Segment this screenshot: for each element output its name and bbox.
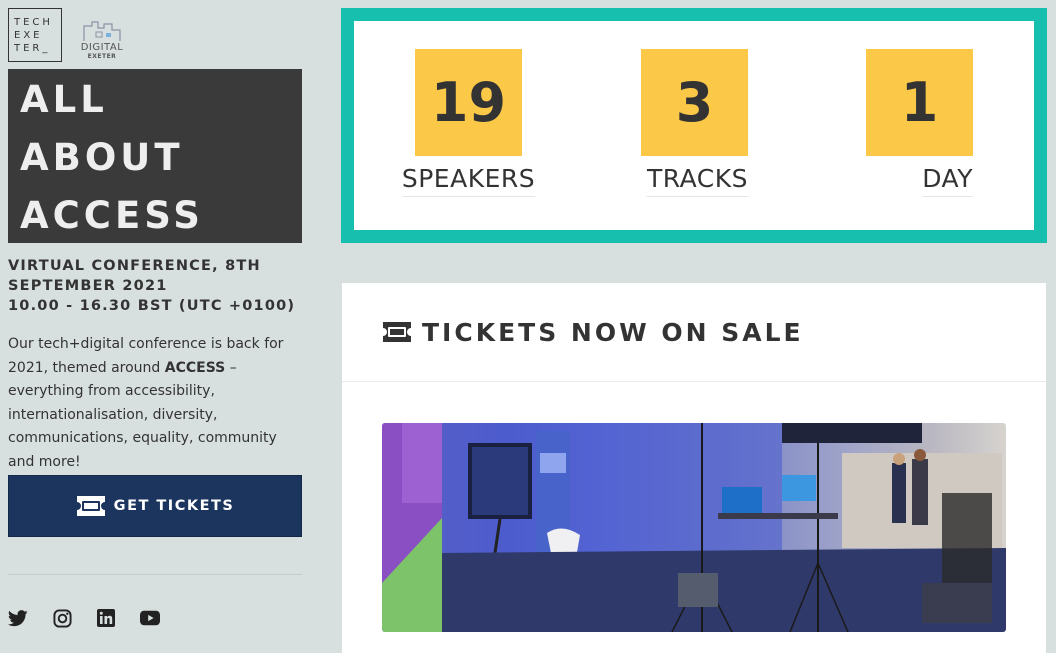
tickets-header: TICKETS NOW ON SALE (342, 283, 1046, 382)
digital-exeter-skyline-icon (83, 21, 121, 41)
get-tickets-label: GET TICKETS (113, 498, 235, 514)
instagram-icon[interactable] (52, 608, 72, 628)
conference-venue-photo (382, 423, 1006, 632)
twitter-icon[interactable] (8, 608, 28, 628)
stat-tracks: 3 TRACKS (641, 49, 748, 197)
stat-label: DAY (922, 164, 973, 197)
stat-day: 1 DAY (866, 49, 973, 197)
stat-speakers: 19 SPEAKERS (401, 49, 536, 197)
tickets-title: TICKETS NOW ON SALE (422, 317, 804, 347)
tickets-section: TICKETS NOW ON SALE (342, 283, 1046, 653)
stat-value: 19 (415, 49, 522, 156)
ticket-icon (76, 496, 105, 516)
stat-label: TRACKS (646, 164, 748, 197)
get-tickets-button[interactable]: GET TICKETS (8, 475, 302, 537)
digital-exeter-logo[interactable]: DIGITAL EXETER (72, 8, 132, 62)
stat-value: 3 (641, 49, 748, 156)
logo-bar: TECH EXE TER_ DIGITAL EXETER (8, 8, 302, 64)
venue-scene (382, 423, 1006, 632)
divider (8, 574, 302, 575)
tech-exeter-logo[interactable]: TECH EXE TER_ (8, 8, 62, 62)
ticket-icon (383, 322, 411, 342)
hero-line: ALL (20, 78, 108, 121)
left-column: TECH EXE TER_ DIGITAL EXETER ALL ABOUT A… (8, 8, 302, 628)
stat-label: SPEAKERS (401, 164, 536, 197)
youtube-icon[interactable] (140, 608, 160, 628)
hero-title: ALL ABOUT ACCESS (8, 69, 302, 243)
social-links (8, 608, 160, 628)
hero-line: ACCESS (20, 194, 204, 237)
hero-line: ABOUT (20, 136, 184, 179)
stats-panel: 19 SPEAKERS 3 TRACKS 1 DAY (341, 8, 1047, 243)
stat-value: 1 (866, 49, 973, 156)
conference-details: VIRTUAL CONFERENCE, 8TH SEPTEMBER 2021 1… (8, 258, 296, 314)
linkedin-icon[interactable] (96, 608, 116, 628)
conference-description: Our tech+digital conference is back for … (8, 336, 284, 470)
